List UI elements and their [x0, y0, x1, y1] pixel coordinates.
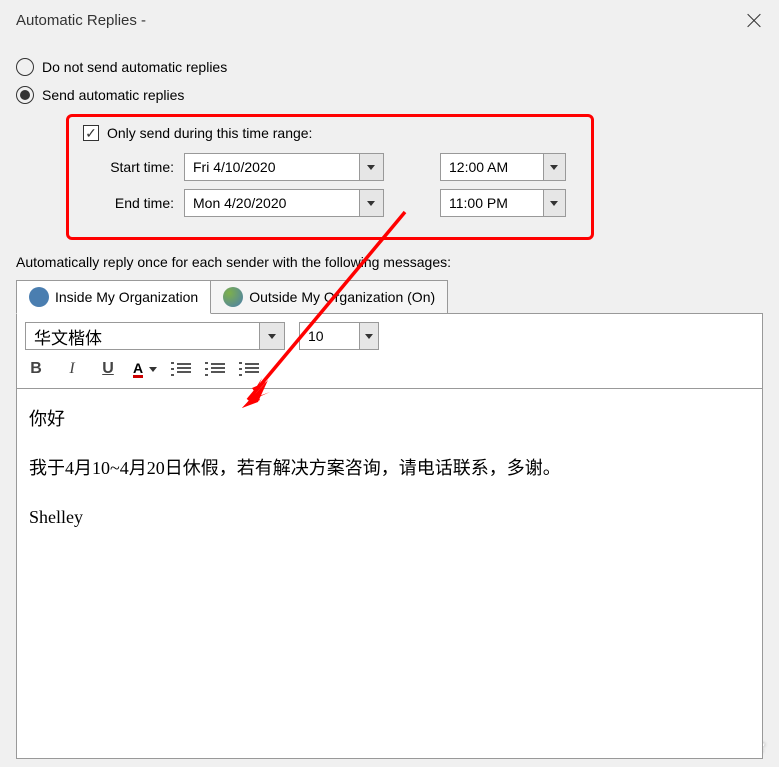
only-send-label: Only send during this time range: [107, 125, 312, 141]
editor-panel: B I U A 你好 我于4月10~4月20日休假，若有解决方案咨询，请电话联系… [16, 313, 763, 759]
font-color-button[interactable]: A [133, 361, 157, 378]
chevron-down-icon [365, 334, 373, 339]
people-icon [29, 287, 49, 307]
font-color-icon: A [133, 361, 143, 378]
close-icon[interactable] [745, 11, 763, 29]
font-chevron[interactable] [259, 323, 284, 349]
start-time-chevron[interactable] [543, 154, 565, 180]
end-date-dropdown[interactable] [184, 189, 384, 217]
font-dropdown[interactable] [25, 322, 285, 350]
start-time-label: Start time: [83, 159, 178, 175]
numbered-list-button[interactable] [171, 361, 191, 377]
time-range-highlight: Only send during this time range: Start … [66, 114, 594, 240]
body-line2: 我于4月10~4月20日休假，若有解决方案咨询，请电话联系，多谢。 [29, 456, 750, 481]
increase-indent-button[interactable] [239, 361, 259, 377]
radio-send[interactable] [16, 86, 34, 104]
tab-outside-org[interactable]: Outside My Organization (On) [210, 280, 448, 314]
body-line3: Shelley [29, 505, 750, 530]
font-size-input[interactable] [300, 323, 359, 349]
italic-button[interactable]: I [61, 358, 83, 380]
start-time-dropdown[interactable] [440, 153, 566, 181]
globe-icon [223, 287, 243, 307]
end-time-label: End time: [83, 195, 178, 211]
send-label: Send automatic replies [42, 87, 184, 103]
underline-button[interactable]: U [97, 358, 119, 380]
end-time-chevron[interactable] [543, 190, 565, 216]
font-input[interactable] [26, 323, 259, 349]
chevron-down-icon [149, 367, 157, 372]
reply-description: Automatically reply once for each sender… [16, 254, 763, 270]
chevron-down-icon [367, 165, 375, 170]
tabs: Inside My Organization Outside My Organi… [16, 280, 763, 314]
start-time-input[interactable] [441, 154, 543, 180]
only-send-checkbox[interactable] [83, 125, 99, 141]
radio-do-not-send[interactable] [16, 58, 34, 76]
start-date-input[interactable] [185, 154, 359, 180]
font-size-dropdown[interactable] [299, 322, 379, 350]
start-date-dropdown[interactable] [184, 153, 384, 181]
chevron-down-icon [268, 334, 276, 339]
end-date-input[interactable] [185, 190, 359, 216]
tab-outside-label: Outside My Organization (On) [249, 289, 435, 305]
end-time-dropdown[interactable] [440, 189, 566, 217]
chevron-down-icon [550, 201, 558, 206]
titlebar: Automatic Replies - [0, 0, 779, 40]
tab-inside-org[interactable]: Inside My Organization [16, 280, 211, 314]
chevron-down-icon [550, 165, 558, 170]
bold-button[interactable]: B [25, 358, 47, 380]
end-date-chevron[interactable] [359, 190, 383, 216]
decrease-indent-button[interactable] [205, 361, 225, 377]
tab-inside-label: Inside My Organization [55, 289, 198, 305]
window-title: Automatic Replies - [16, 12, 146, 29]
size-chevron[interactable] [359, 323, 379, 349]
end-time-input[interactable] [441, 190, 543, 216]
chevron-down-icon [367, 201, 375, 206]
body-line1: 你好 [29, 407, 750, 432]
message-textarea[interactable]: 你好 我于4月10~4月20日休假，若有解决方案咨询，请电话联系，多谢。 She… [17, 388, 762, 758]
do-not-send-label: Do not send automatic replies [42, 59, 227, 75]
start-date-chevron[interactable] [359, 154, 383, 180]
